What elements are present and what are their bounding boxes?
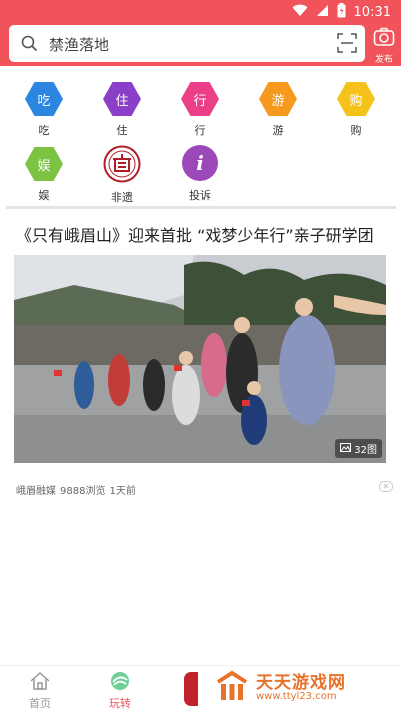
- article-source: 峨眉融媒: [16, 486, 56, 497]
- scan-icon[interactable]: [337, 33, 357, 57]
- category-label: 游: [272, 124, 284, 137]
- play-icon: [109, 671, 131, 694]
- watermark: 天天游戏网 www.ttyl23.com: [212, 668, 382, 708]
- wifi-icon: [292, 4, 308, 21]
- camera-icon: [373, 27, 395, 51]
- shop-icon: 购: [337, 82, 375, 116]
- search-input[interactable]: 禁渔落地: [49, 34, 109, 55]
- category-label: 娱: [38, 189, 50, 202]
- category-heritage[interactable]: 非遗: [92, 145, 152, 205]
- status-bar: 10:31: [292, 2, 391, 22]
- travel-icon: 行: [181, 82, 219, 116]
- search-icon: [21, 35, 38, 56]
- article-time: 1天前: [109, 486, 136, 497]
- tab-play-label: 玩转: [109, 697, 131, 710]
- category-label: 住: [116, 124, 128, 137]
- home-icon: [29, 671, 51, 694]
- category-travel[interactable]: 行 行: [170, 82, 230, 138]
- category-label: 行: [194, 124, 206, 137]
- info-icon: i: [182, 145, 218, 181]
- image-icon: [340, 442, 352, 455]
- heritage-seal-icon: [103, 145, 141, 183]
- publish-label: 发布: [374, 55, 393, 65]
- category-label: 购: [350, 124, 362, 137]
- article-title[interactable]: 《只有峨眉山》迎来首批 “戏梦少年行”亲子研学团: [16, 222, 388, 246]
- category-entertainment[interactable]: 娱 娱: [14, 147, 74, 203]
- category-label: 非遗: [111, 191, 133, 204]
- tab-play[interactable]: 玩转: [95, 671, 145, 711]
- watermark-url: www.ttyl23.com: [256, 691, 337, 702]
- category-complaint[interactable]: i 投诉: [170, 145, 230, 203]
- top-header: 10:31 禁渔落地 发布: [0, 0, 401, 66]
- close-icon: ✕: [382, 482, 390, 491]
- stay-icon: 住: [103, 82, 141, 116]
- signal-icon: [316, 4, 329, 21]
- section-divider: [6, 206, 396, 209]
- article-views: 9888浏览: [60, 486, 106, 497]
- tab-home[interactable]: 首页: [15, 671, 65, 711]
- category-label: 吃: [38, 124, 50, 137]
- category-stay[interactable]: 住 住: [92, 82, 152, 138]
- search-bar[interactable]: 禁渔落地: [9, 25, 365, 62]
- eat-icon: 吃: [25, 82, 63, 116]
- watermark-logo-icon: [214, 670, 250, 708]
- publish-button[interactable]: 发布: [371, 27, 397, 65]
- tour-icon: 游: [259, 82, 297, 116]
- category-label: 投诉: [189, 189, 211, 202]
- brand-logo[interactable]: [184, 672, 198, 706]
- article-photo[interactable]: 32图: [14, 255, 386, 463]
- dismiss-button[interactable]: ✕: [379, 481, 393, 492]
- battery-icon: [337, 2, 346, 22]
- status-time: 10:31: [353, 4, 391, 20]
- watermark-title: 天天游戏网: [256, 673, 346, 693]
- photo-count-badge: 32图: [335, 439, 382, 458]
- tab-home-label: 首页: [29, 697, 51, 710]
- category-shop[interactable]: 购 购: [326, 82, 386, 138]
- category-tour[interactable]: 游 游: [248, 82, 308, 138]
- article-meta: 峨眉融媒 9888浏览 1天前: [16, 482, 136, 497]
- entertainment-icon: 娱: [25, 147, 63, 181]
- category-eat[interactable]: 吃 吃: [14, 82, 74, 138]
